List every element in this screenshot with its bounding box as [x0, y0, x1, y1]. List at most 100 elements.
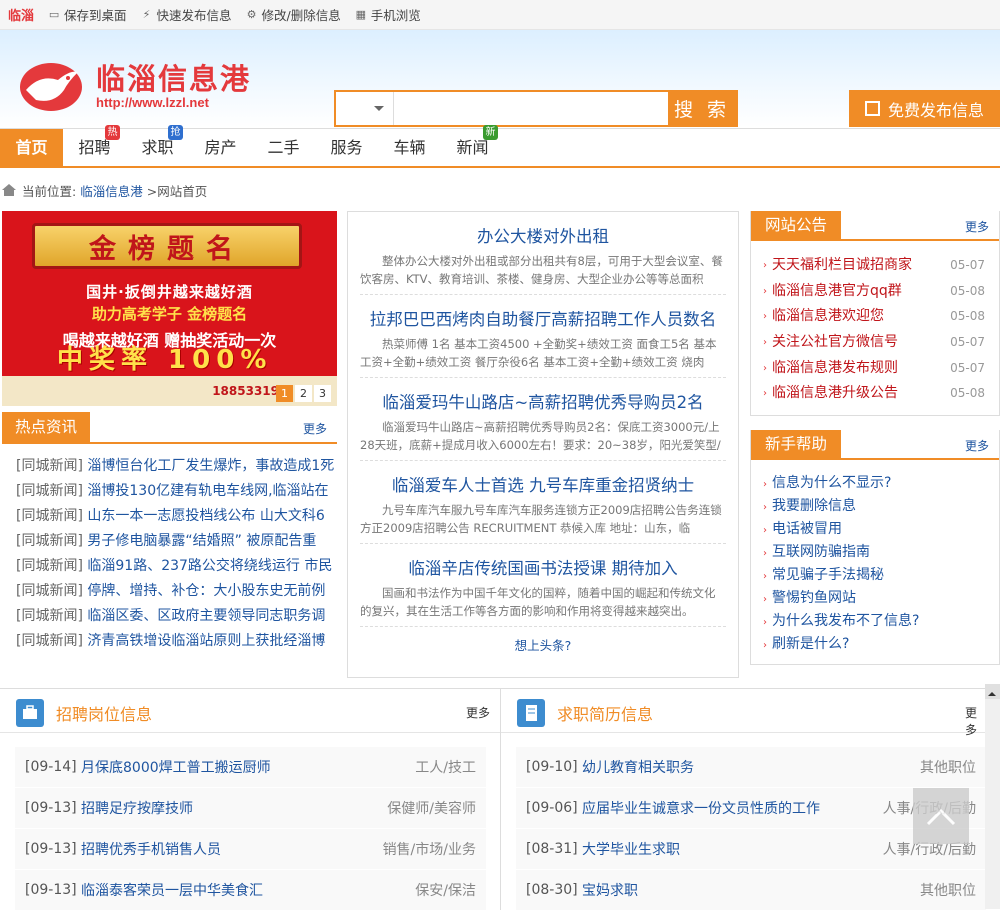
list-item[interactable]: › 常见骗子手法揭秘: [751, 564, 999, 587]
breadcrumb: 当前位置: 临淄信息港 >网站首页: [0, 168, 1000, 212]
gear-icon: ⚙: [246, 7, 257, 21]
edit-icon: [864, 101, 880, 116]
headline-item: 拉邦巴巴西烤肉自助餐厅高薪招聘工作人员数名 热菜师傅 1名 基本工资4500 +…: [360, 295, 726, 378]
list-item[interactable]: › 临淄信息港升级公告 05-08: [751, 381, 999, 407]
table-row[interactable]: [09-13] 招聘足疗按摩技师 保健师/美容师: [15, 788, 486, 829]
table-row[interactable]: [09-10] 幼儿教育相关职务 其他职位: [516, 747, 986, 788]
nav-service[interactable]: 服务: [315, 129, 378, 166]
top-bar: 临淄 ▭ 保存到桌面 ⚡ 快速发布信息 ⚙ 修改/删除信息 ▦ 手机浏览: [0, 0, 1000, 30]
dove-logo-icon: [20, 63, 82, 111]
table-row[interactable]: [08-30] 宝妈求职 其他职位: [516, 870, 986, 911]
list-item[interactable]: [同城新闻] 男子修电脑暴露“结婚照” 被原配告重: [2, 529, 337, 554]
list-item[interactable]: › 我要删除信息: [751, 495, 999, 518]
headline-desc: 临淄爱玛牛山路店~高薪招聘优秀导购员2名：保底工资3000元/上28天班，底薪+…: [360, 420, 721, 452]
headline-item: 临淄辛店传统国画书法授课 期待加入 国画和书法作为中国千年文化的国粹，随着中国的…: [360, 544, 726, 627]
headline-title[interactable]: 拉邦巴巴西烤肉自助餐厅高薪招聘工作人员数名: [360, 309, 726, 331]
help-more-link[interactable]: 更多: [965, 437, 989, 454]
list-item[interactable]: [同城新闻] 临淄91路、237路公交将绕线运行 市民: [2, 554, 337, 579]
headline-title[interactable]: 临淄爱车人士首选 九号车库重金招贤纳士: [360, 475, 726, 497]
nav-news[interactable]: 新闻新: [441, 125, 504, 166]
quick-post-link[interactable]: ⚡ 快速发布信息: [141, 5, 232, 24]
list-item[interactable]: › 为什么我发布不了信息?: [751, 610, 999, 633]
list-item[interactable]: › 互联网防骗指南: [751, 541, 999, 564]
nav-second-hand[interactable]: 二手: [252, 129, 315, 166]
promo-banner[interactable]: 金榜题名 国井·扳倒井越来越好酒 助力高考学子 金榜题名 喝越来越好酒 赠抽奖活…: [2, 211, 337, 406]
site-header: 临淄信息港 http://www.lzzl.net 搜 索 免费发布信息: [0, 30, 1000, 128]
edit-delete-link[interactable]: ⚙ 修改/删除信息: [246, 5, 341, 24]
main-nav: 首页 招聘热 求职抢 房产 二手 服务 车辆 新闻新: [0, 125, 1000, 168]
new-badge: 新: [483, 125, 498, 140]
jobs-more-link[interactable]: 更多: [466, 704, 490, 721]
list-item[interactable]: [同城新闻] 淄博恒台化工厂发生爆炸，事故造成1死: [2, 454, 337, 479]
nav-jobs[interactable]: 招聘热: [63, 125, 126, 166]
list-item[interactable]: › 天天福利栏目诚招商家 05-07: [751, 253, 999, 279]
search-button[interactable]: 搜 索: [668, 92, 736, 125]
help-list: › 信息为什么不显示? › 我要删除信息 › 电话被冒用 › 互联网防骗指南 › 常见骗子…: [751, 460, 999, 664]
headline-item: 办公大楼对外出租 整体办公大楼对外出租或部分出租共有8层，可用于大型会议室、餐饮…: [360, 212, 726, 295]
scroll-up-arrow[interactable]: [985, 684, 1000, 699]
jobs-list: [09-14] 月保底8000焊工普工搬运厨师 工人/技工 [09-13] 招聘足疗按…: [15, 747, 486, 911]
search-input[interactable]: [394, 92, 668, 125]
hot-news-header: 热点资讯 更多: [2, 412, 337, 444]
list-item[interactable]: › 警惕钓鱼网站: [751, 587, 999, 610]
banner-page-3[interactable]: 3: [314, 385, 331, 402]
lightning-icon: ⚡: [142, 7, 151, 21]
banner-pager: 1 2 3: [274, 385, 331, 402]
nav-home[interactable]: 首页: [0, 129, 63, 166]
help-header: 新手帮助 更多: [751, 430, 999, 461]
back-to-top-button[interactable]: [913, 788, 969, 844]
list-item[interactable]: [同城新闻] 临淄区委、区政府主要领导同志职务调: [2, 604, 337, 629]
list-item[interactable]: › 临淄信息港官方qq群 05-08: [751, 279, 999, 305]
banner-rate: 中奖率 100%: [57, 345, 273, 375]
list-item[interactable]: [同城新闻] 山东一本一志愿投档线公布 山大文科6: [2, 504, 337, 529]
nav-resume[interactable]: 求职抢: [126, 125, 189, 166]
list-item[interactable]: › 临淄信息港欢迎您 05-08: [751, 304, 999, 330]
notice-more-link[interactable]: 更多: [965, 218, 989, 235]
nav-house[interactable]: 房产: [189, 129, 252, 166]
banner-page-2[interactable]: 2: [295, 385, 312, 402]
search-category-select[interactable]: [336, 92, 394, 125]
list-item[interactable]: › 信息为什么不显示?: [751, 472, 999, 495]
headline-title[interactable]: 临淄爱玛牛山路店~高薪招聘优秀导购员2名: [360, 392, 726, 414]
left-column: 金榜题名 国井·扳倒井越来越好酒 助力高考学子 金榜题名 喝越来越好酒 赠抽奖活…: [2, 211, 337, 654]
notice-title: 网站公告: [751, 211, 842, 239]
list-item[interactable]: › 电话被冒用: [751, 518, 999, 541]
jobs-header: 招聘岗位信息 更多: [0, 689, 500, 733]
nav-vehicle[interactable]: 车辆: [378, 129, 441, 166]
list-item[interactable]: [同城新闻] 淄博投130亿建有轨电车线网,临淄站在: [2, 479, 337, 504]
list-item[interactable]: › 临淄信息港发布规则 05-07: [751, 356, 999, 382]
hot-news-title: 热点资讯: [2, 412, 91, 442]
table-row[interactable]: [09-13] 招聘优秀手机销售人员 销售/市场/业务: [15, 829, 486, 870]
headline-desc: 整体办公大楼对外出租或部分出租共有8层，可用于大型会议室、餐饮客房、KTV、教育…: [360, 254, 723, 286]
logo-url: http://www.lzzl.net: [96, 95, 209, 110]
site-logo[interactable]: 临淄信息港 http://www.lzzl.net: [18, 60, 251, 112]
list-item[interactable]: › 关注公社官方微信号 05-07: [751, 330, 999, 356]
city-name[interactable]: 临淄: [8, 5, 34, 24]
logo-name: 临淄信息港: [96, 62, 252, 96]
save-desktop-link[interactable]: ▭ 保存到桌面: [48, 5, 127, 24]
resumes-title: 求职简历信息: [557, 705, 654, 724]
resumes-more-link[interactable]: 更多: [965, 704, 985, 738]
list-item[interactable]: [同城新闻] 停牌、增持、补仓：大小股东史无前例: [2, 579, 337, 604]
banner-page-1[interactable]: 1: [276, 385, 293, 402]
table-row[interactable]: [09-13] 临淄泰客荣员一层中华美食汇 保安/保洁: [15, 870, 486, 911]
scrollbar[interactable]: [985, 684, 1000, 909]
breadcrumb-home-link[interactable]: 临淄信息港: [80, 181, 143, 200]
grab-badge: 抢: [168, 125, 183, 140]
headline-desc: 国画和书法作为中国千年文化的国粹，随着中国的崛起和传统文化的复兴，其在生活工作等…: [360, 586, 716, 618]
headlines-panel: 办公大楼对外出租 整体办公大楼对外出租或部分出租共有8层，可用于大型会议室、餐饮…: [347, 211, 739, 678]
table-row[interactable]: [09-14] 月保底8000焊工普工搬运厨师 工人/技工: [15, 747, 486, 788]
headline-desc: 热菜师傅 1名 基本工资4500 +全勤奖+绩效工资 面食工5名 基本工资+全勤…: [360, 337, 717, 369]
briefcase-icon: [16, 699, 44, 727]
headline-title[interactable]: 临淄辛店传统国画书法授课 期待加入: [360, 558, 726, 580]
list-item[interactable]: [同城新闻] 济青高铁增设临淄站原则上获批经淄博: [2, 629, 337, 654]
want-headline-link[interactable]: 想上头条?: [348, 635, 738, 654]
mobile-browse-link[interactable]: ▦ 手机浏览: [355, 5, 421, 24]
headline-title[interactable]: 办公大楼对外出租: [360, 226, 726, 248]
headline-desc: 九号车库汽车服九号车库汽车服务连锁方正2009店招聘公告务连锁方正2009店招聘…: [360, 503, 722, 535]
headline-item: 临淄爱车人士首选 九号车库重金招贤纳士 九号车库汽车服九号车库汽车服务连锁方正2…: [360, 461, 726, 544]
resumes-header: 求职简历信息 更多: [501, 689, 985, 737]
hot-news-more-link[interactable]: 更多: [303, 420, 327, 437]
free-post-button[interactable]: 免费发布信息: [849, 90, 1000, 127]
list-item[interactable]: › 刷新是什么?: [751, 633, 999, 656]
